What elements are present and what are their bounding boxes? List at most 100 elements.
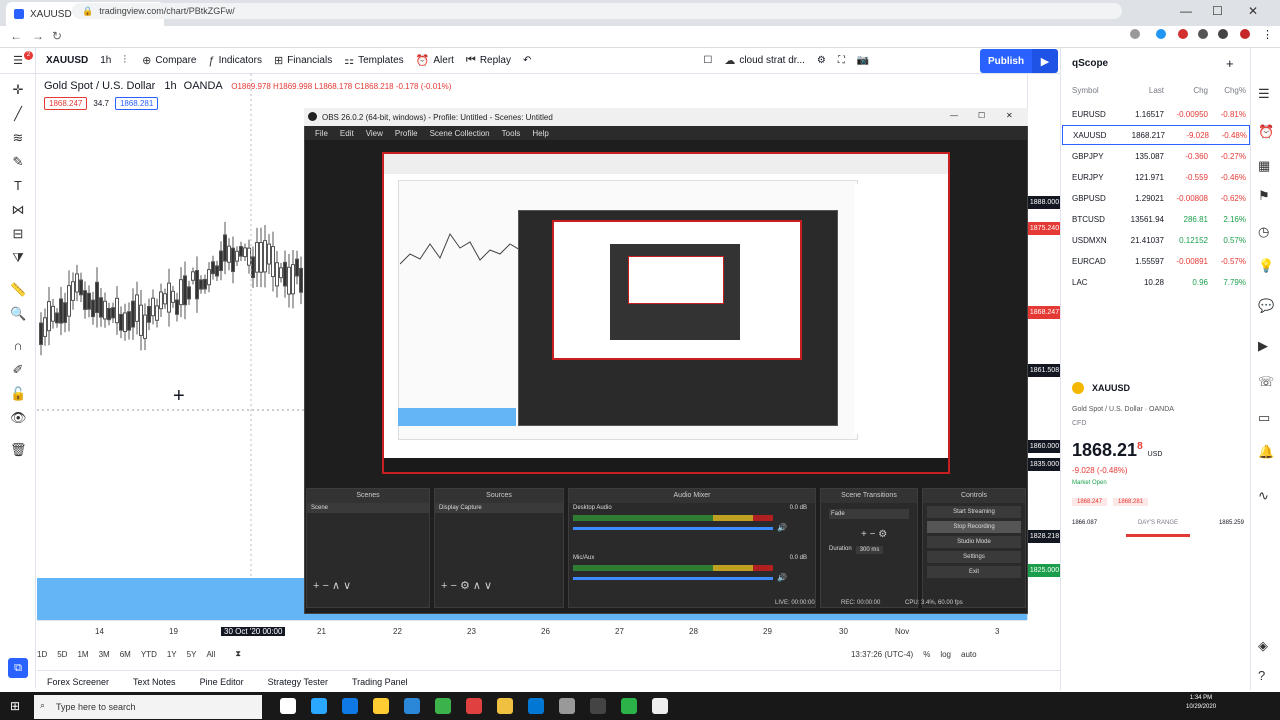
zoom-icon[interactable]: 🔍 [10, 306, 26, 322]
obs-control-button[interactable]: Start Streaming [927, 506, 1021, 518]
taskbar-app-icon[interactable] [311, 698, 327, 714]
brush-icon[interactable]: ✎ [10, 154, 26, 170]
trash-icon[interactable]: 🗑 [10, 442, 27, 458]
forecast-icon[interactable]: ⊟ [10, 226, 26, 242]
detail-symbol[interactable]: XAUUSD [1092, 383, 1130, 393]
close-icon[interactable]: ✕ [1006, 111, 1013, 120]
duration-input[interactable]: 300 ms [855, 546, 884, 554]
help-icon[interactable]: ? [1258, 668, 1265, 683]
detail-bid[interactable]: 1868.247 [1072, 498, 1108, 506]
extension-icon[interactable] [1178, 29, 1188, 39]
crosshair-icon[interactable]: ✛ [10, 82, 26, 98]
obs-control-button[interactable]: Exit [927, 566, 1021, 578]
panel-tab[interactable]: Pine Editor [200, 677, 244, 687]
taskbar-app-icon[interactable] [652, 698, 668, 714]
templates-button[interactable]: ⚏ Templates [344, 54, 403, 67]
add-symbol-icon[interactable]: + [1226, 56, 1234, 71]
time-axis[interactable]: 14 19 30 Oct '20 00:00 21 22 23 26 27 28 29 30 Nov 3 [37, 620, 1027, 642]
date-range-icon[interactable]: ⧗ [235, 649, 241, 659]
range-button[interactable]: 5D [57, 650, 67, 659]
lock-drawing-icon[interactable]: ✐ [10, 362, 26, 378]
speaker-icon[interactable]: 🔊 [777, 573, 787, 582]
ideas-icon[interactable]: 💡 [1258, 258, 1274, 274]
taskbar-app-icon[interactable] [528, 698, 544, 714]
range-button[interactable]: 1D [37, 650, 47, 659]
ruler-icon[interactable]: 📏 [10, 282, 26, 298]
back-icon[interactable]: ← [10, 29, 22, 43]
streams-icon[interactable]: ▶ [1258, 338, 1268, 354]
taskbar-app-icon[interactable] [404, 698, 420, 714]
data-window-icon[interactable]: ▦ [1258, 158, 1270, 174]
extension-icon[interactable] [1156, 29, 1166, 39]
shapes-icon[interactable]: ⧩ [10, 250, 26, 266]
watchlist-row[interactable]: EURCAD 1.55597 -0.00891 -0.57% [1062, 251, 1250, 271]
extension-icon[interactable] [1198, 29, 1208, 39]
obs-menu-item[interactable]: Scene Collection [430, 129, 490, 138]
magnet-icon[interactable]: ∩ [10, 338, 26, 353]
watchlist-row[interactable]: BTCUSD 13561.94 286.81 2.16% [1062, 209, 1250, 229]
obs-menu-item[interactable]: Tools [502, 129, 521, 138]
lock-icon[interactable]: 🔓 [10, 386, 26, 402]
publish-button[interactable]: Publish [980, 49, 1032, 73]
watchlist-row[interactable]: USDMXN 21.41037 0.12152 0.57% [1062, 230, 1250, 250]
play-icon[interactable]: ▶ [1032, 49, 1058, 73]
taskbar-app-icon[interactable] [342, 698, 358, 714]
system-clock[interactable]: 1:34 PM 10/29/2020 [1186, 694, 1216, 712]
trend-line-icon[interactable]: ╱ [10, 106, 26, 122]
panel-tab[interactable]: Trading Panel [352, 677, 408, 687]
calendar-icon[interactable]: ▭ [1258, 410, 1270, 426]
utc-clock[interactable]: 13:37:26 (UTC-4) [851, 650, 913, 659]
fullscreen-icon[interactable]: ⛶ [838, 55, 845, 66]
extension-icon[interactable] [1218, 29, 1228, 39]
notifications-icon[interactable]: 🔔 [1258, 444, 1274, 460]
minimize-icon[interactable]: — [1180, 4, 1192, 18]
transition-controls-icons[interactable]: + − ⚙ [861, 529, 909, 540]
watchlist-row[interactable]: GBPUSD 1.29021 -0.00808 -0.62% [1062, 188, 1250, 208]
watchlist-row[interactable]: EURUSD 1.16517 -0.00950 -0.81% [1062, 104, 1250, 124]
watchlist-row[interactable]: EURJPY 121.971 -0.559 -0.46% [1062, 167, 1250, 187]
close-window-icon[interactable]: ✕ [1248, 4, 1258, 18]
windows-start-icon[interactable]: ⊞ [10, 699, 20, 713]
watchlist-icon[interactable]: ☰ [1258, 86, 1270, 102]
range-button[interactable]: All [206, 650, 215, 659]
percent-toggle[interactable]: % [923, 650, 930, 659]
volume-slider[interactable] [573, 527, 773, 530]
taskbar-app-icon[interactable] [280, 698, 296, 714]
taskbar-app-icon[interactable] [590, 698, 606, 714]
obs-control-button[interactable]: Settings [927, 551, 1021, 563]
panel-tab[interactable]: Forex Screener [47, 677, 109, 687]
symbol-search-button[interactable]: XAUUSD [46, 55, 88, 66]
interval-button[interactable]: 1h [100, 55, 111, 66]
watchlist-name[interactable]: qScope [1072, 58, 1108, 69]
range-button[interactable]: 3M [99, 650, 110, 659]
taskbar-app-icon[interactable] [559, 698, 575, 714]
source-item[interactable]: Display Capture [435, 503, 563, 513]
maximize-icon[interactable]: ☐ [978, 111, 985, 120]
range-button[interactable]: 1M [77, 650, 88, 659]
speaker-icon[interactable]: 🔊 [777, 523, 787, 532]
star-icon[interactable] [1130, 29, 1140, 39]
chart-type-button[interactable]: ⫶ [123, 54, 130, 67]
financials-button[interactable]: ⊞ Financials [274, 54, 332, 67]
camera-icon[interactable]: 📷 [857, 55, 869, 66]
obs-menu-item[interactable]: Edit [340, 129, 354, 138]
layout-name-button[interactable]: ☁ cloud strat dr... [724, 54, 805, 67]
pattern-icon[interactable]: ⋈ [10, 202, 26, 218]
taskbar-app-icon[interactable] [497, 698, 513, 714]
fib-icon[interactable]: ≋ [10, 130, 26, 146]
auto-toggle[interactable]: auto [961, 650, 977, 659]
chat-icon[interactable]: 💬 [1258, 298, 1274, 314]
transition-select[interactable]: Fade [829, 509, 909, 519]
watchlist-row[interactable]: LAC 10.28 0.96 7.79% [1062, 272, 1250, 292]
obs-menu-item[interactable]: File [315, 129, 328, 138]
obs-menu-item[interactable]: Profile [395, 129, 418, 138]
taskbar-search[interactable]: ⌕ Type here to search [34, 695, 262, 719]
settings-gear-icon[interactable]: ⚙ [817, 55, 826, 66]
obs-menu-item[interactable]: View [366, 129, 383, 138]
range-button[interactable]: YTD [141, 650, 157, 659]
obs-menu-item[interactable]: Help [532, 129, 548, 138]
undo-icon[interactable]: ↶ [523, 55, 531, 66]
calendar-icon[interactable]: ◷ [1258, 224, 1269, 240]
panel-tab[interactable]: Text Notes [133, 677, 176, 687]
compare-button[interactable]: ⊕ Compare [142, 54, 196, 67]
